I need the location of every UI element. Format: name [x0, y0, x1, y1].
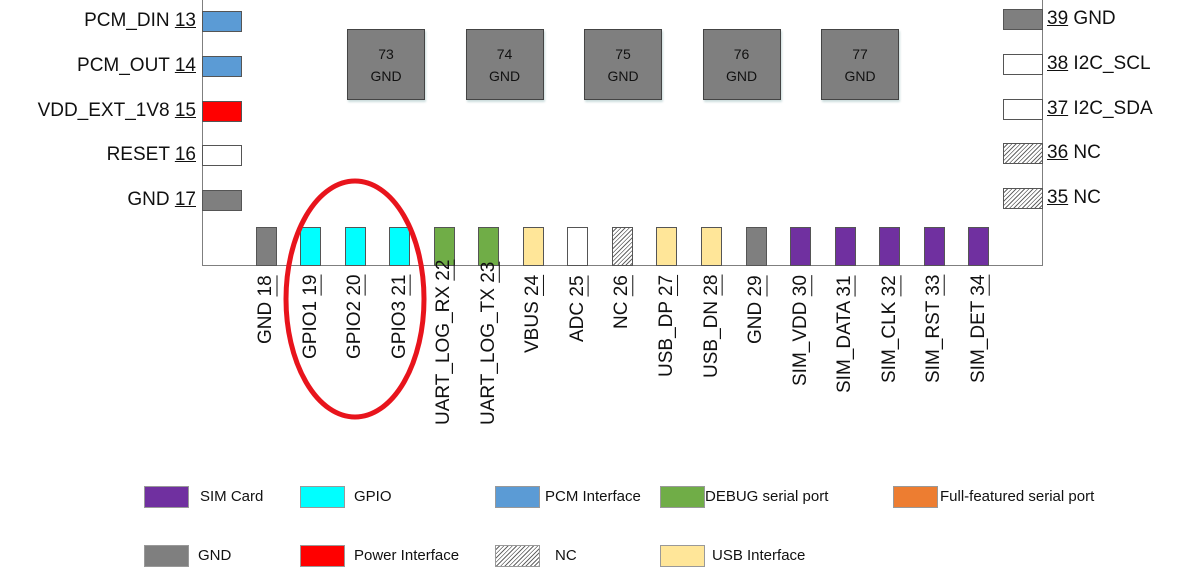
- legend-swatch-gnd: [144, 545, 189, 567]
- legend-swatch-sim-card: [144, 486, 189, 508]
- legend-label: SIM Card: [200, 488, 264, 505]
- legend-swatch-pcm-interface: [495, 486, 540, 508]
- legend-swatch-power-interface: [300, 545, 345, 567]
- legend-swatch-full-featured-serial-port: [893, 486, 938, 508]
- legend-label: GND: [198, 547, 232, 564]
- gpio-highlight-ellipse: [283, 178, 427, 420]
- legend-label: Full-featured serial port: [940, 488, 1095, 505]
- pinout-diagram: PCM_DIN 13 PCM_OUT 14 VDD_EXT_1V8 15 RESET …: [0, 0, 1184, 585]
- legend-label: GPIO: [354, 488, 392, 505]
- legend-swatch-usb-interface: [660, 545, 705, 567]
- legend-label: PCM Interface: [545, 488, 641, 505]
- legend-swatch-debug-serial-port: [660, 486, 705, 508]
- legend-swatch-gpio: [300, 486, 345, 508]
- legend-label: DEBUG serial port: [705, 488, 829, 505]
- legend-label: Power Interface: [354, 547, 460, 564]
- legend-label: NC: [555, 547, 577, 564]
- legend-swatch-nc: [495, 545, 540, 567]
- legend-label: USB Interface: [712, 547, 806, 564]
